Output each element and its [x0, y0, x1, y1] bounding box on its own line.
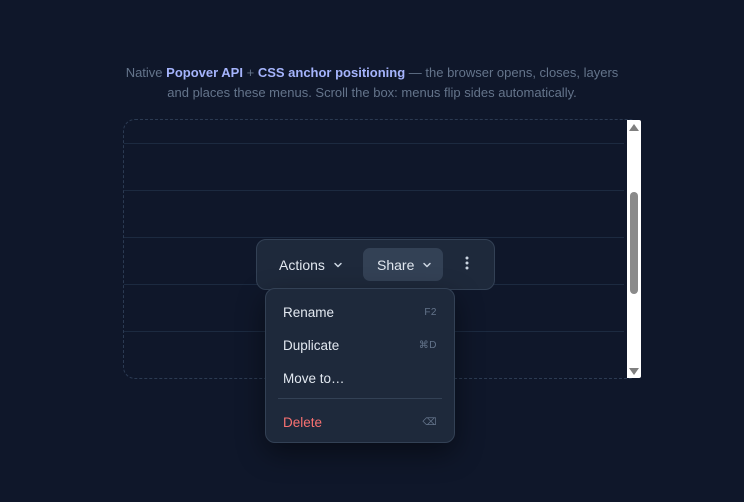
menu-item-label: Delete	[283, 414, 323, 430]
menu-item-duplicate[interactable]: Duplicate ⌘D	[272, 330, 448, 360]
intro-anchor-positioning: CSS anchor positioning	[257, 65, 406, 80]
actions-popover-menu: Rename F2 Duplicate ⌘D Move to… Delete ⌫	[265, 288, 455, 443]
more-options-button[interactable]	[453, 248, 481, 281]
menu-item-shortcut: ⌫	[422, 416, 437, 428]
menu-item-move-to[interactable]: Move to…	[272, 363, 448, 393]
menu-item-label: Move to…	[283, 370, 345, 386]
actions-menu-button[interactable]: Actions	[266, 248, 358, 281]
toolbar: Actions Share	[256, 239, 495, 290]
chevron-down-icon	[422, 260, 432, 270]
demo-stage: Native Popover API + CSS anchor position…	[0, 0, 744, 502]
scroll-box-row-divider	[124, 143, 624, 144]
menu-item-label: Rename	[283, 304, 335, 320]
intro-plus: +	[242, 65, 258, 80]
menu-item-shortcut: F2	[424, 306, 437, 318]
chevron-down-icon	[333, 260, 343, 270]
scroll-down-arrow-icon[interactable]	[629, 368, 639, 375]
intro-prefix: Native	[125, 65, 167, 80]
intro-text: Native Popover API + CSS anchor position…	[122, 63, 622, 103]
share-button-label: Share	[377, 256, 415, 273]
more-vertical-icon	[465, 256, 469, 273]
menu-item-delete[interactable]: Delete ⌫	[272, 407, 448, 437]
menu-item-label: Duplicate	[283, 337, 340, 353]
scroll-up-arrow-icon[interactable]	[629, 124, 639, 131]
scroll-box-row-divider	[124, 190, 624, 191]
menu-item-shortcut: ⌘D	[418, 339, 437, 351]
menu-item-rename[interactable]: Rename F2	[272, 297, 448, 327]
share-menu-button[interactable]: Share	[363, 248, 443, 281]
actions-button-label: Actions	[279, 256, 325, 273]
menu-separator	[278, 398, 442, 399]
scrollbar-thumb[interactable]	[630, 192, 638, 294]
intro-popover-api: Popover API	[166, 65, 243, 80]
scrollbar[interactable]	[627, 120, 641, 378]
scroll-box-row-divider	[124, 237, 624, 238]
